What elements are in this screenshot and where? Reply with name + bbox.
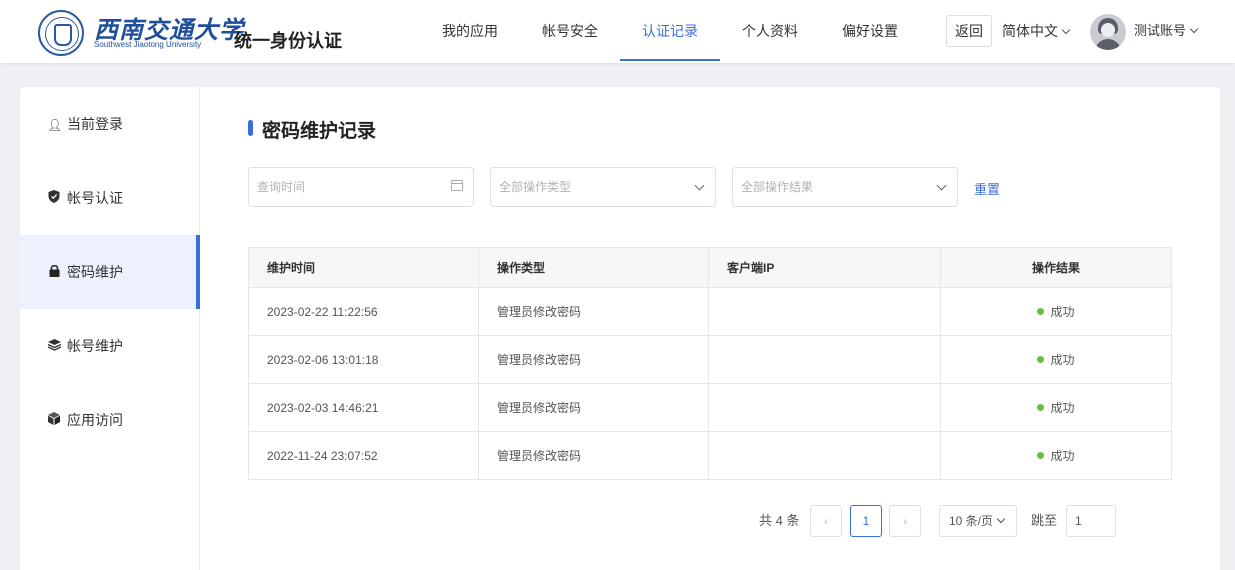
operation-type-placeholder: 全部操作类型 [499,180,572,194]
table-row: 2023-02-06 13:01:18 管理员修改密码 成功 [248,335,1172,384]
title-accent-bar [248,120,253,136]
cell-result: 成功 [940,287,1172,336]
success-dot-icon [1037,452,1045,459]
result-label: 成功 [1050,449,1075,463]
chevron-down-icon [1189,24,1199,34]
nav-my-apps[interactable]: 我的应用 [420,0,520,61]
result-label: 成功 [1050,305,1075,319]
cell-time: 2023-02-06 13:01:18 [248,335,479,384]
lock-icon [47,236,61,310]
cell-ip [708,431,941,480]
cell-ip [708,287,941,336]
table-row: 2023-02-22 11:22:56 管理员修改密码 成功 [248,287,1172,336]
reset-button[interactable]: 重置 [974,179,1000,198]
operation-result-select[interactable]: 全部操作结果 [732,167,958,207]
cell-time: 2023-02-22 11:22:56 [248,287,479,336]
column-header-result: 操作结果 [940,247,1172,288]
cell-type: 管理员修改密码 [478,383,709,432]
sidebar-item-password-maintenance[interactable]: 密码维护 [20,235,200,310]
chevron-down-icon [996,514,1006,524]
nav-auth-records[interactable]: 认证记录 [620,0,720,61]
jump-label: 跳至 [1031,513,1058,528]
sidebar-item-current-login[interactable]: 👤︎ 当前登录 [20,87,199,161]
shield-icon [47,162,61,236]
cell-result: 成功 [940,335,1172,384]
cell-type: 管理员修改密码 [478,431,709,480]
user-icon: 👤︎ [47,118,63,132]
sidebar-item-account-maintenance[interactable]: 帐号维护 [20,309,199,383]
table-row: 2023-02-03 14:46:21 管理员修改密码 成功 [248,383,1172,432]
nav-account-security[interactable]: 帐号安全 [520,0,620,61]
university-logo[interactable]: 西南交通大学 Southwest Jiaotong University [38,10,243,56]
jump-page-input[interactable] [1066,505,1116,537]
language-selector[interactable]: 简体中文 [1002,15,1071,47]
result-label: 成功 [1050,353,1075,367]
sidebar-item-label: 密码维护 [67,264,123,280]
cell-result: 成功 [940,383,1172,432]
top-header: 西南交通大学 Southwest Jiaotong University 统一身… [0,0,1235,63]
app-title: 统一身份认证 [234,31,342,51]
date-filter[interactable] [248,167,474,207]
column-header-time: 维护时间 [248,247,479,288]
sidebar-item-label: 应用访问 [67,412,123,428]
page-size-select[interactable]: 10 条/页 [939,505,1017,537]
total-count: 共 4 条 [759,513,800,528]
language-label: 简体中文 [1002,23,1058,39]
result-label: 成功 [1050,401,1075,415]
page-title: 密码维护记录 [262,121,377,142]
cell-type: 管理员修改密码 [478,335,709,384]
avatar[interactable] [1090,14,1126,50]
chevron-down-icon [1061,25,1071,35]
chevron-down-icon [694,180,705,191]
page-1-button[interactable]: 1 [850,505,882,537]
date-query-input[interactable] [257,180,430,194]
records-table: 维护时间 操作类型 客户端IP 操作结果 2023-02-22 11:22:56… [248,247,1172,480]
operation-type-select[interactable]: 全部操作类型 [490,167,716,207]
sidebar-item-account-auth[interactable]: 帐号认证 [20,161,199,235]
cell-time: 2023-02-03 14:46:21 [248,383,479,432]
cell-ip [708,383,941,432]
sidebar: 👤︎ 当前登录 帐号认证 密码维护 帐号维护 应用访问 [20,87,200,570]
sidebar-item-app-access[interactable]: 应用访问 [20,383,199,457]
success-dot-icon [1037,404,1045,411]
sidebar-item-label: 帐号维护 [67,338,123,354]
operation-result-placeholder: 全部操作结果 [741,180,814,194]
back-button[interactable]: 返回 [946,15,992,47]
nav-profile[interactable]: 个人资料 [720,0,820,61]
next-page-button[interactable]: › [889,505,921,537]
prev-page-button[interactable]: ‹ [810,505,842,537]
cell-ip [708,335,941,384]
page-size-label: 10 条/页 [949,514,994,528]
cube-icon [47,384,61,458]
sidebar-item-label: 当前登录 [67,116,123,132]
layers-icon [47,310,61,384]
column-header-ip: 客户端IP [708,247,941,288]
cell-time: 2022-11-24 23:07:52 [248,431,479,480]
cell-type: 管理员修改密码 [478,287,709,336]
success-dot-icon [1037,308,1045,315]
success-dot-icon [1037,356,1045,363]
main-nav: 我的应用 帐号安全 认证记录 个人资料 偏好设置 [420,0,920,63]
table-header-row: 维护时间 操作类型 客户端IP 操作结果 [248,247,1172,288]
cell-result: 成功 [940,431,1172,480]
calendar-icon [451,180,463,191]
nav-preferences[interactable]: 偏好设置 [820,0,920,61]
sidebar-item-label: 帐号认证 [67,190,123,206]
column-header-type: 操作类型 [478,247,709,288]
logo-english-name: Southwest Jiaotong University [94,40,202,49]
user-name-label: 测试账号 [1134,23,1187,38]
table-row: 2022-11-24 23:07:52 管理员修改密码 成功 [248,431,1172,480]
user-menu[interactable]: 测试账号 [1134,15,1199,47]
chevron-down-icon [936,180,947,191]
main-card: 👤︎ 当前登录 帐号认证 密码维护 帐号维护 应用访问 密码维护记录 查询时间 … [20,87,1220,570]
university-seal-icon [38,10,84,56]
